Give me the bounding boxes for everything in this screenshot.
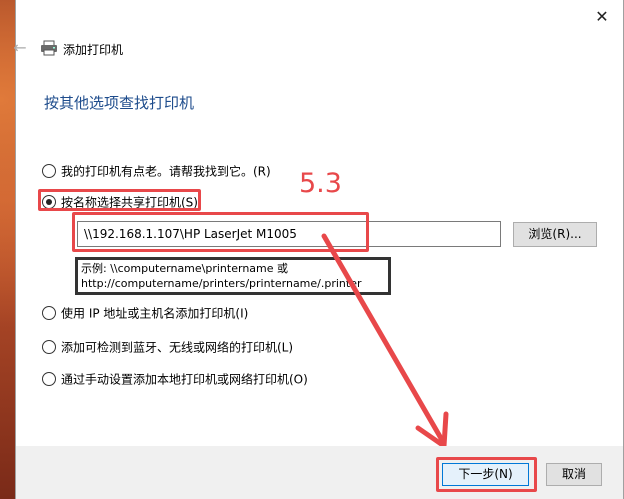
radio-bluetooth-wireless[interactable] bbox=[42, 339, 56, 354]
radio-ip-hostname[interactable] bbox=[42, 305, 56, 320]
radio-old-printer[interactable] bbox=[42, 163, 56, 178]
wizard-header: ← 添加打印机 bbox=[13, 34, 623, 64]
highlight-box-option bbox=[38, 189, 201, 211]
option-bluetooth-wireless-label: 添加可检测到蓝牙、无线或网络的打印机(L) bbox=[61, 340, 294, 355]
close-icon: ✕ bbox=[595, 7, 609, 26]
close-button[interactable]: ✕ bbox=[591, 6, 613, 28]
wizard-title: 添加打印机 bbox=[63, 43, 124, 57]
option-manual-local-label: 通过手动设置添加本地打印机或网络打印机(O) bbox=[61, 372, 308, 387]
example-hint: 示例: \\computername\printername 或 http://… bbox=[75, 257, 391, 295]
dialog-footer: 下一步(N) 取消 bbox=[16, 446, 623, 499]
option-bluetooth-wireless[interactable]: 添加可检测到蓝牙、无线或网络的打印机(L) bbox=[42, 338, 293, 356]
step-annotation: 5.3 bbox=[299, 168, 342, 199]
title-bar: ✕ bbox=[16, 0, 623, 34]
back-button[interactable]: ← bbox=[10, 38, 30, 57]
radio-manual-local[interactable] bbox=[42, 371, 56, 386]
example-line-2: http://computername/printers/printername… bbox=[81, 277, 362, 290]
browse-button[interactable]: 浏览(R)... bbox=[513, 222, 597, 247]
highlight-box-input bbox=[72, 212, 369, 252]
option-old-printer-label: 我的打印机有点老。请帮我找到它。(R) bbox=[61, 164, 271, 179]
add-printer-dialog: ✕ ← 添加打印机 按其他选项查找打印机 我的打印机有点老。请帮我找到它。(R)… bbox=[13, 0, 624, 499]
cancel-button[interactable]: 取消 bbox=[546, 463, 602, 486]
option-old-printer[interactable]: 我的打印机有点老。请帮我找到它。(R) bbox=[42, 162, 271, 180]
page-heading: 按其他选项查找打印机 bbox=[44, 94, 195, 112]
highlight-box-next bbox=[436, 457, 537, 492]
example-line-1: 示例: \\computername\printername 或 bbox=[81, 262, 289, 275]
back-arrow-icon: ← bbox=[13, 38, 27, 57]
option-manual-local[interactable]: 通过手动设置添加本地打印机或网络打印机(O) bbox=[42, 370, 308, 388]
option-ip-hostname[interactable]: 使用 IP 地址或主机名添加打印机(I) bbox=[42, 304, 248, 322]
option-ip-hostname-label: 使用 IP 地址或主机名添加打印机(I) bbox=[61, 306, 249, 321]
printer-icon bbox=[41, 40, 57, 56]
